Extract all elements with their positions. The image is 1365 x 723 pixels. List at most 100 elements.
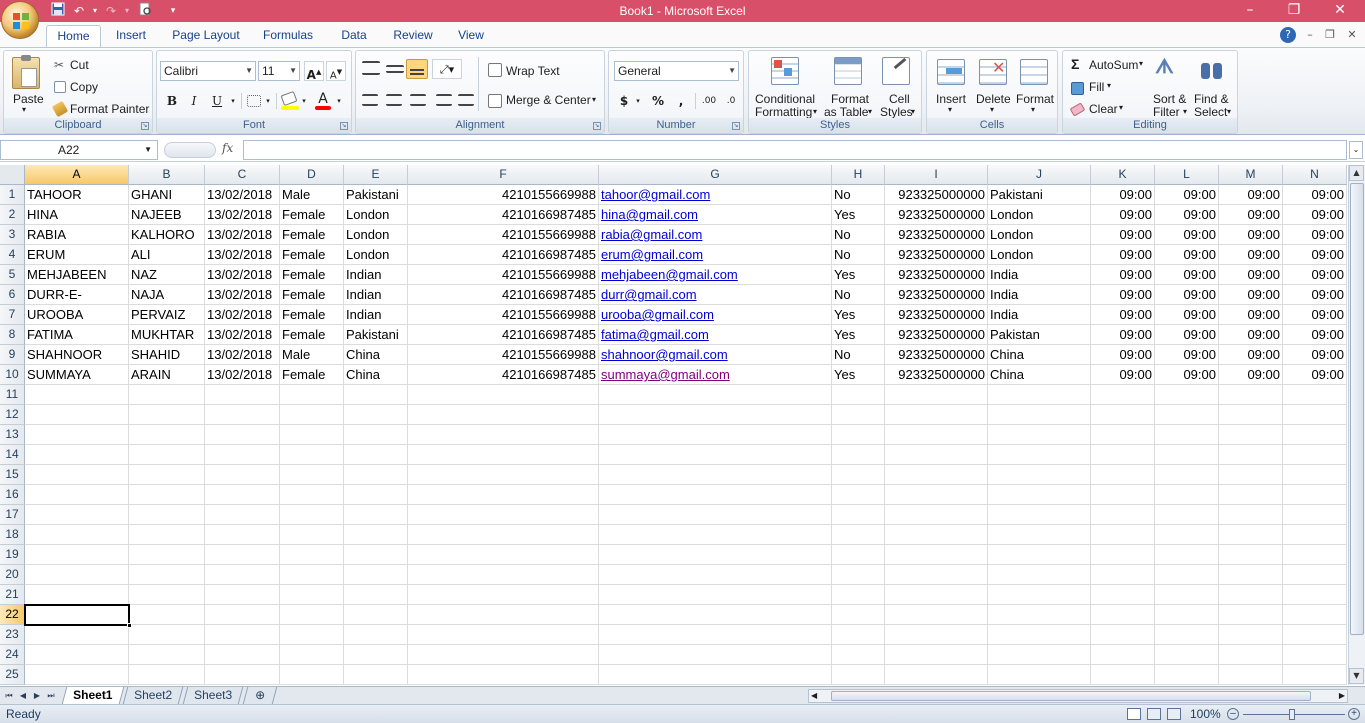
empty-cell[interactable]: [885, 525, 988, 545]
delete-cells-button[interactable]: Delete: [976, 92, 1011, 106]
cell[interactable]: London: [344, 245, 408, 265]
shrink-font-button[interactable]: A▼: [326, 61, 346, 81]
name-box[interactable]: A22 ▼: [0, 140, 158, 160]
empty-cell[interactable]: [1219, 545, 1283, 565]
empty-cell[interactable]: [599, 445, 832, 465]
sort-filter-label-2[interactable]: Filter: [1153, 105, 1180, 119]
cell-styles-label-1[interactable]: Cell: [889, 92, 910, 106]
row-header[interactable]: 7: [0, 305, 25, 325]
empty-cell[interactable]: [1283, 665, 1347, 685]
autosum-button[interactable]: AutoSum: [1089, 58, 1138, 72]
cell[interactable]: NAJEEB: [129, 205, 205, 225]
empty-cell[interactable]: [129, 625, 205, 645]
empty-cell[interactable]: [1219, 445, 1283, 465]
insert-cells-button[interactable]: Insert: [936, 92, 966, 106]
cell[interactable]: RABIA: [25, 225, 129, 245]
empty-cell[interactable]: [408, 585, 599, 605]
cell[interactable]: 09:00: [1283, 245, 1347, 265]
scroll-left-icon[interactable]: ◀: [811, 690, 817, 702]
next-sheet-icon[interactable]: ▶: [31, 689, 43, 703]
empty-cell[interactable]: [25, 465, 129, 485]
empty-cell[interactable]: [280, 525, 344, 545]
cell[interactable]: No: [832, 245, 885, 265]
empty-cell[interactable]: [832, 585, 885, 605]
cell[interactable]: 4210166987485: [408, 325, 599, 345]
row-header[interactable]: 6: [0, 285, 25, 305]
horizontal-scroll-thumb[interactable]: [831, 691, 1311, 701]
cell[interactable]: Pakistani: [344, 325, 408, 345]
cell[interactable]: Female: [280, 305, 344, 325]
cell[interactable]: ARAIN: [129, 365, 205, 385]
minimize-button[interactable]: –: [1230, 0, 1270, 22]
cell[interactable]: Yes: [832, 205, 885, 225]
cell[interactable]: Indian: [344, 305, 408, 325]
cell[interactable]: Pakistani: [988, 185, 1091, 205]
ribbon-close-icon[interactable]: ✕: [1344, 27, 1360, 43]
row-header[interactable]: 15: [0, 465, 25, 485]
empty-cell[interactable]: [408, 665, 599, 685]
first-sheet-icon[interactable]: ⏮: [3, 689, 15, 703]
autosum-dropdown-icon[interactable]: ▾: [1139, 59, 1143, 68]
column-header[interactable]: J: [988, 165, 1091, 185]
cell[interactable]: Female: [280, 205, 344, 225]
empty-cell[interactable]: [599, 645, 832, 665]
increase-indent-icon[interactable]: [458, 94, 474, 106]
empty-cell[interactable]: [599, 385, 832, 405]
empty-cell[interactable]: [280, 585, 344, 605]
cell[interactable]: 4210166987485: [408, 205, 599, 225]
font-family-select[interactable]: Calibri ▼: [160, 61, 256, 81]
empty-cell[interactable]: [1283, 525, 1347, 545]
find-select-dropdown-icon[interactable]: ▾: [1227, 107, 1231, 116]
cell[interactable]: 09:00: [1091, 245, 1155, 265]
cell[interactable]: 09:00: [1219, 365, 1283, 385]
cell[interactable]: India: [988, 305, 1091, 325]
empty-cell[interactable]: [25, 425, 129, 445]
insert-dropdown-icon[interactable]: ▾: [948, 105, 952, 114]
cell[interactable]: 923325000000: [885, 325, 988, 345]
select-all-button[interactable]: [0, 165, 25, 185]
column-header[interactable]: G: [599, 165, 832, 185]
email-link-cell[interactable]: fatima@gmail.com: [599, 325, 832, 345]
empty-cell[interactable]: [599, 405, 832, 425]
row-header[interactable]: 17: [0, 505, 25, 525]
cell[interactable]: 09:00: [1155, 305, 1219, 325]
cell[interactable]: Female: [280, 265, 344, 285]
cell[interactable]: 09:00: [1155, 185, 1219, 205]
column-header[interactable]: A: [25, 165, 129, 185]
cell[interactable]: 09:00: [1283, 225, 1347, 245]
cell[interactable]: 09:00: [1283, 365, 1347, 385]
empty-cell[interactable]: [1283, 505, 1347, 525]
cell[interactable]: MEHJABEEN: [25, 265, 129, 285]
empty-cell[interactable]: [1155, 565, 1219, 585]
empty-cell[interactable]: [885, 405, 988, 425]
empty-cell[interactable]: [1219, 385, 1283, 405]
sheet-tab-sheet1[interactable]: Sheet1: [61, 687, 125, 704]
empty-cell[interactable]: [1283, 545, 1347, 565]
empty-cell[interactable]: [25, 565, 129, 585]
page-break-view-icon[interactable]: [1167, 708, 1181, 720]
empty-cell[interactable]: [205, 425, 280, 445]
empty-cell[interactable]: [280, 565, 344, 585]
insert-function-button[interactable]: fx: [222, 141, 233, 155]
email-link-cell[interactable]: rabia@gmail.com: [599, 225, 832, 245]
row-header[interactable]: 18: [0, 525, 25, 545]
empty-cell[interactable]: [885, 485, 988, 505]
cell[interactable]: 923325000000: [885, 265, 988, 285]
empty-cell[interactable]: [205, 585, 280, 605]
format-as-table-label-2[interactable]: as Table: [824, 105, 868, 119]
cell[interactable]: 09:00: [1283, 325, 1347, 345]
cell[interactable]: Female: [280, 225, 344, 245]
empty-cell[interactable]: [885, 385, 988, 405]
empty-cell[interactable]: [1091, 545, 1155, 565]
cell[interactable]: 09:00: [1155, 365, 1219, 385]
empty-cell[interactable]: [1091, 465, 1155, 485]
percent-button[interactable]: %: [649, 91, 667, 111]
cell[interactable]: 923325000000: [885, 365, 988, 385]
empty-cell[interactable]: [344, 565, 408, 585]
empty-cell[interactable]: [1091, 645, 1155, 665]
empty-cell[interactable]: [885, 645, 988, 665]
cell[interactable]: KALHORO: [129, 225, 205, 245]
empty-cell[interactable]: [832, 625, 885, 645]
empty-cell[interactable]: [988, 645, 1091, 665]
empty-cell[interactable]: [1091, 485, 1155, 505]
